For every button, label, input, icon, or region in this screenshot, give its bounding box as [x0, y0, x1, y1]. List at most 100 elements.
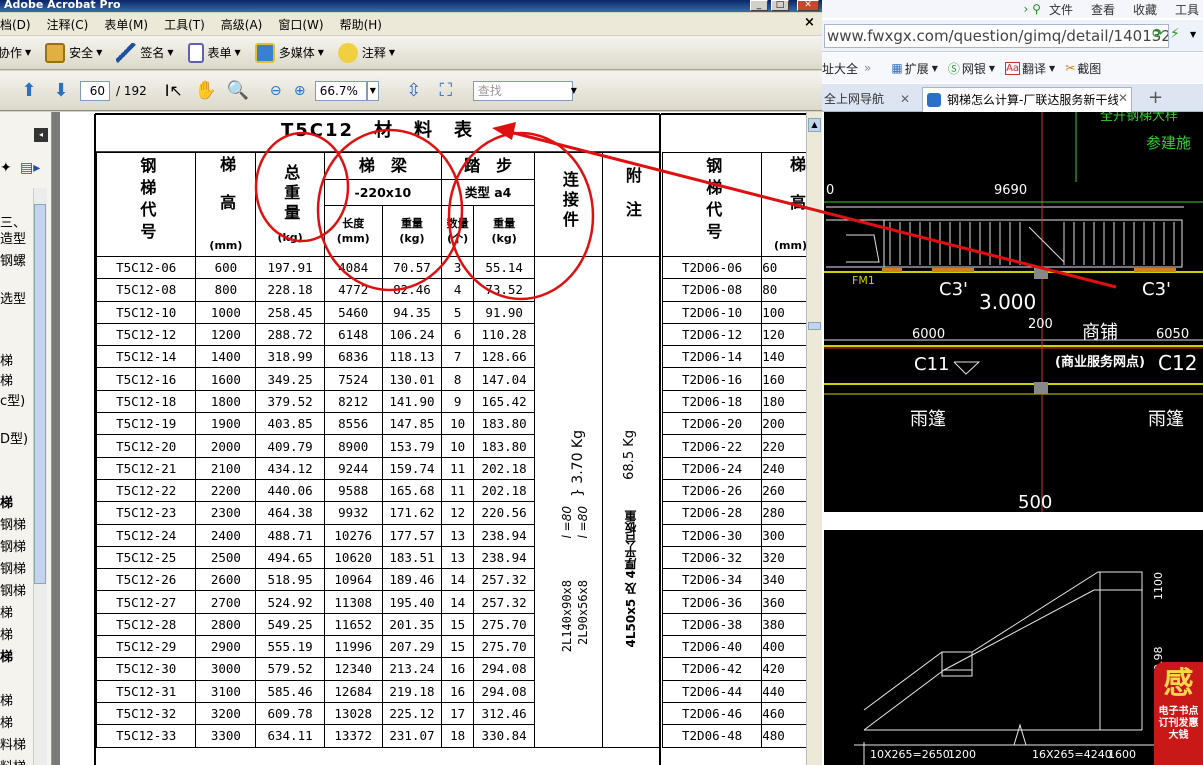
zoom-dropdown[interactable]: ▼ — [366, 80, 379, 101]
fit-page-icon[interactable]: ⛶ — [433, 78, 459, 104]
table-cell: 6 — [441, 322, 475, 347]
document-scrollbar[interactable]: ▲ — [806, 112, 822, 765]
bookmark-item[interactable]: c型) — [0, 390, 25, 409]
bookmark-item[interactable]: 钢梯 — [0, 558, 26, 577]
bookmark-item[interactable]: 梯 — [0, 602, 13, 621]
menu-advanced[interactable]: 高级(A) — [213, 16, 271, 33]
select-tool-icon[interactable]: I↖ — [161, 78, 187, 104]
menu-form[interactable]: 表单(M) — [96, 16, 156, 33]
table-cell: 1000 — [195, 300, 257, 324]
url-input[interactable]: www.fwxgx.com/question/gimq/detail/14013… — [824, 24, 1169, 48]
bookmark-item[interactable]: 选型 — [0, 288, 26, 307]
menu-help[interactable]: 帮助(H) — [332, 16, 390, 33]
bookmark-item[interactable]: 料梯 — [0, 756, 26, 765]
browser-menu-tools[interactable]: 工具 — [1175, 1, 1199, 18]
close-button[interactable]: ✕ — [797, 0, 819, 11]
col-header-total-text: 总重量 — [281, 163, 301, 224]
scroll-thumb[interactable] — [808, 322, 821, 330]
bookmark-item[interactable]: 梯 — [0, 492, 13, 511]
bookmark-item[interactable]: 料梯 — [0, 734, 26, 753]
bookmark-translate[interactable]: 翻译 — [1022, 60, 1046, 77]
bookmark-item[interactable]: D型) — [0, 428, 28, 447]
table-cell: 2500 — [195, 545, 257, 570]
table-row: T2D06-22 220 — [661, 434, 808, 458]
bookmark-item[interactable]: 梯 — [0, 712, 13, 731]
find-input[interactable]: 查找 — [472, 80, 573, 101]
tab-close-icon[interactable]: ✕ — [1118, 91, 1129, 105]
tab-close-icon[interactable]: ✕ — [900, 87, 910, 111]
browser-menu-favorites[interactable]: 收藏 — [1133, 1, 1157, 18]
ad-banner[interactable]: 感 电子书点订刊发惠大钱 — [1154, 662, 1203, 765]
refresh-icon[interactable]: ⟳ — [1152, 26, 1164, 42]
right-col-header-unit: (mm) — [774, 239, 807, 252]
table-cell: 183.80 — [473, 412, 536, 436]
multimedia-button[interactable]: 多媒体 ▼ — [254, 42, 324, 63]
bookmark-item[interactable]: 梯 — [0, 646, 13, 665]
sign-button[interactable]: 签名 ▼ — [116, 42, 174, 63]
browser-menu-file[interactable]: 文件 — [1049, 1, 1073, 18]
url-dropdown-icon[interactable]: ▼ — [1190, 30, 1196, 39]
cad-top-label-1: 全开钢梯大样 — [1100, 112, 1178, 124]
zoom-in-icon[interactable]: ⊕ — [291, 78, 309, 104]
bookmark-item[interactable]: 造型 — [0, 228, 26, 247]
forms-button[interactable]: 表单 ▼ — [187, 42, 241, 63]
user-icon[interactable]: › ⚲ — [1024, 2, 1041, 16]
prev-page-icon[interactable]: ⬆ — [16, 78, 42, 104]
zoom-input[interactable]: 66.7% — [314, 80, 367, 101]
tab-active[interactable]: 钢梯怎么计算-厂联达服务新干线 — [922, 87, 1132, 112]
table-cell: 349.25 — [255, 367, 325, 391]
menu-tools[interactable]: 工具(T) — [156, 16, 213, 33]
table-cell: 197.91 — [255, 255, 325, 280]
table-row: T2D06-28 280 — [661, 501, 808, 525]
find-dropdown-icon[interactable]: ▼ — [571, 86, 577, 95]
doc-close-icon[interactable]: × — [804, 15, 815, 30]
bookmark-item[interactable]: 梯 — [0, 690, 13, 709]
bookmark-bank[interactable]: 网银 — [962, 60, 986, 77]
next-page-icon[interactable]: ⬇ — [48, 78, 74, 104]
bookmark-item[interactable]: 钢梯 — [0, 536, 26, 555]
menu-window[interactable]: 窗口(W) — [270, 16, 331, 33]
bookmark-new-icon[interactable]: ▤▸ — [20, 160, 40, 176]
table-cell: T2D06-34 — [661, 568, 763, 592]
bookmark-screenshot[interactable]: 截图 — [1077, 60, 1101, 77]
table-cell: 225.12 — [381, 701, 443, 726]
bookmark-item[interactable]: 梯 — [0, 370, 13, 389]
scroll-up-icon[interactable]: ▲ — [808, 118, 821, 132]
bookmark-options-icon[interactable]: ✦ — [0, 160, 12, 176]
table-cell: 579.52 — [255, 657, 325, 681]
panel-scroll-thumb[interactable] — [34, 204, 46, 584]
comment-button[interactable]: 注释 ▼ — [337, 42, 395, 63]
bookmark-extension[interactable]: 扩展 — [905, 60, 929, 77]
bookmark-item[interactable]: 梯 — [0, 624, 13, 643]
zoom-tool-icon[interactable]: 🔍 — [225, 78, 251, 104]
bookmark-item[interactable]: 钢梯 — [0, 580, 26, 599]
bookmark-item[interactable]: 梯 — [0, 350, 13, 369]
browser-menu-view[interactable]: 查看 — [1091, 1, 1115, 18]
multimedia-label: 多媒体 — [278, 46, 315, 60]
bookmark-item[interactable]: 钢螺 — [0, 250, 26, 269]
maximize-button[interactable]: □ — [771, 0, 789, 11]
minimize-button[interactable]: _ — [750, 0, 768, 11]
menu-file[interactable]: 档(D) — [0, 16, 39, 33]
page-number-input[interactable]: 60 — [80, 80, 110, 101]
table-cell: 7524 — [323, 367, 383, 391]
panel-collapse-icon[interactable]: ◂ — [34, 128, 48, 142]
tab-navigation[interactable]: 全上网导航 ✕ — [824, 87, 918, 112]
security-button[interactable]: 安全 ▼ — [45, 42, 102, 63]
table-cell: 257.32 — [473, 568, 536, 592]
pdf-page: T5C12 材 料 表 钢梯代号 梯高 (mm) 总重量 (kg) 梯 梁 踏 步 … — [60, 112, 808, 765]
bookmark-item[interactable]: 钢梯 — [0, 514, 26, 533]
table-cell: 634.11 — [255, 724, 325, 748]
table-row: T2D06-14 140 — [661, 345, 808, 369]
bookmark-sites[interactable]: 址大全 — [822, 60, 858, 77]
collaborate-button[interactable]: 协作 ▼ — [0, 44, 31, 61]
hand-tool-icon[interactable]: ✋ — [193, 78, 219, 104]
menu-comment[interactable]: 注释(C) — [39, 16, 97, 33]
fit-width-icon[interactable]: ⇳ — [401, 78, 427, 104]
new-tab-icon[interactable]: + — [1148, 87, 1163, 108]
more-icon[interactable]: » — [864, 61, 871, 75]
lightning-icon[interactable]: ⚡ — [1170, 26, 1180, 42]
table-cell: 2600 — [195, 568, 257, 592]
zoom-out-icon[interactable]: ⊖ — [267, 78, 285, 104]
chevron-down-icon: ▼ — [25, 48, 32, 57]
